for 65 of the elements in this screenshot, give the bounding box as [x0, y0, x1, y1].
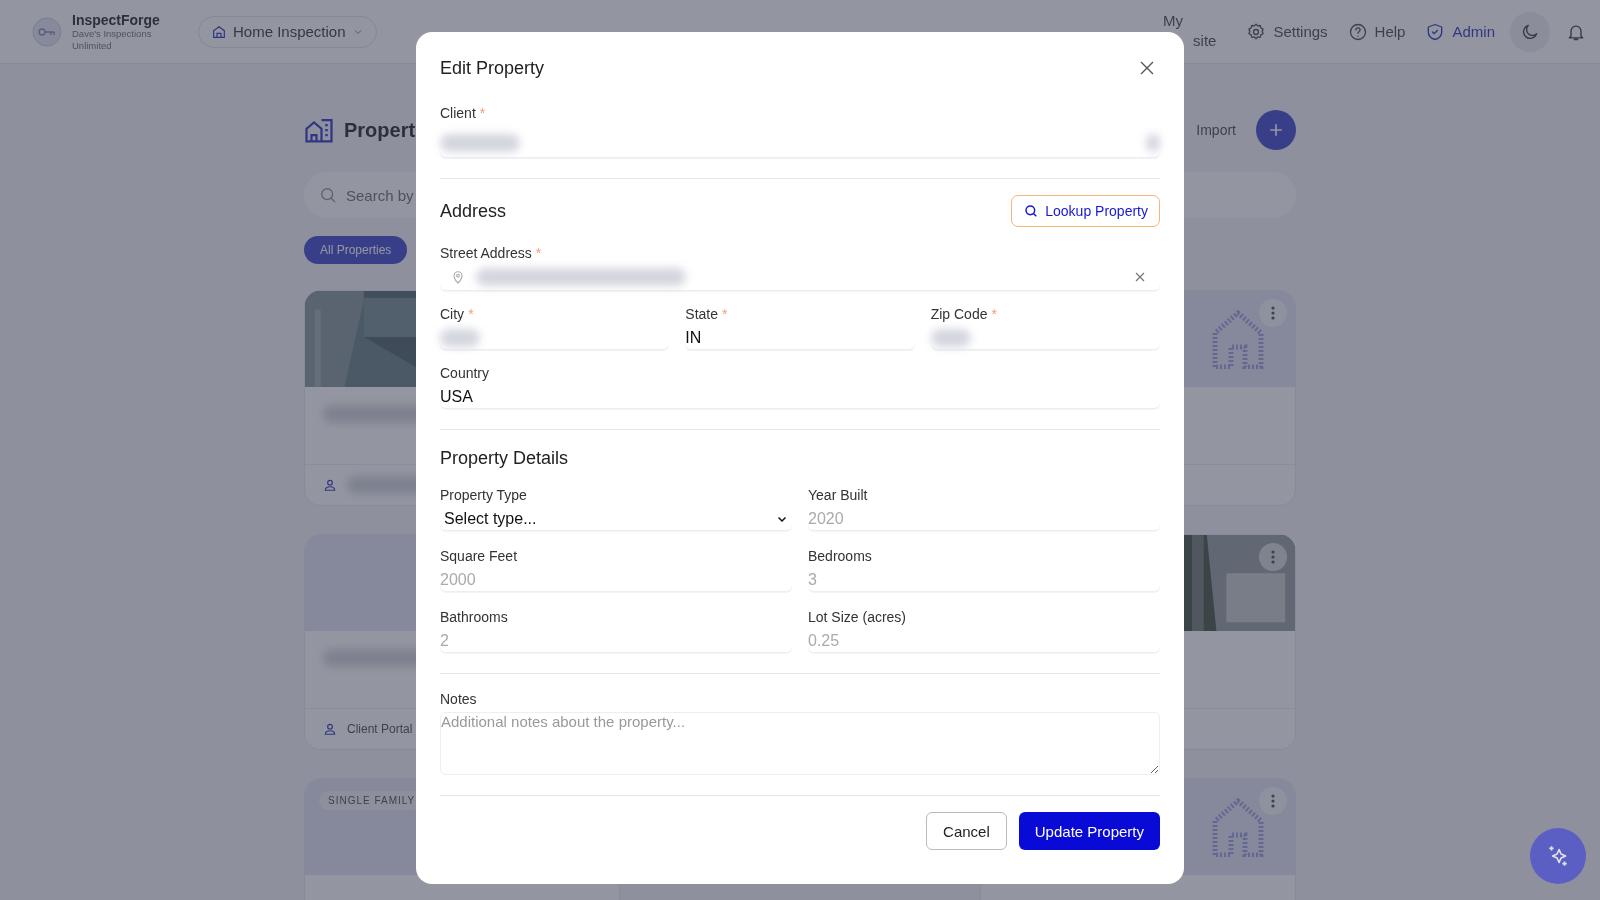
page-title: Propert	[344, 118, 416, 142]
input-field[interactable]: IN	[685, 326, 915, 350]
clear-button[interactable]	[1134, 271, 1146, 283]
client-select[interactable]	[440, 128, 1160, 158]
update-property-button[interactable]: Update Property	[1018, 812, 1160, 850]
required-mark: *	[722, 305, 728, 323]
filter-chip[interactable]: All Properties	[304, 236, 408, 264]
required-mark: *	[535, 244, 542, 262]
brand-name: InspectForge	[72, 11, 161, 28]
search-icon	[1023, 203, 1040, 219]
notes-field[interactable]: Additional notes about the property...	[440, 712, 1160, 775]
field-label: Notes	[440, 690, 477, 708]
field-label: Square Feet	[440, 547, 518, 565]
close-icon	[1134, 271, 1146, 283]
field-label: Property Type	[440, 486, 527, 504]
field-label: Lot Size (acres)	[808, 608, 907, 626]
house-icon	[1211, 309, 1265, 369]
field-label: Bedrooms	[808, 547, 872, 565]
logo-icon	[32, 16, 62, 47]
field-label: Year Built	[808, 486, 868, 504]
settings-icon	[1246, 21, 1267, 42]
required-mark: *	[468, 305, 474, 323]
field-label: City	[440, 305, 465, 323]
client-portal-label: Client Portal	[347, 722, 413, 736]
location-pin-icon	[450, 269, 466, 285]
redacted-text	[1146, 133, 1160, 152]
person-icon	[323, 722, 337, 736]
dialog-title: Edit Property	[440, 57, 545, 79]
import-button[interactable]: Import	[1196, 122, 1236, 138]
nav-item[interactable]: Help	[1338, 9, 1415, 54]
more-icon	[1271, 550, 1275, 564]
nav-item[interactable]: Settings	[1237, 9, 1337, 54]
house-icon	[1211, 797, 1265, 857]
property-type-select[interactable]: Select type...	[440, 507, 792, 531]
section-heading: Property Details	[440, 447, 570, 470]
nav-item[interactable]: My site	[1154, 9, 1226, 54]
assistant-button[interactable]	[1530, 828, 1586, 884]
lookup-property-button[interactable]: Lookup Property	[1011, 195, 1160, 227]
home-icon	[211, 23, 227, 40]
field-label: Street Address	[440, 244, 532, 262]
required-mark: *	[991, 305, 997, 323]
cancel-button[interactable]: Cancel	[926, 812, 1007, 850]
field-label: Bathrooms	[440, 608, 508, 626]
search-icon	[318, 185, 338, 205]
admin-link[interactable]: Admin	[1416, 9, 1504, 54]
required-mark: *	[479, 104, 486, 122]
brand-subtitle: Dave's Inspections Unlimited	[72, 27, 152, 52]
more-icon	[1271, 794, 1275, 808]
input-field[interactable]: 2	[440, 629, 792, 653]
input-field[interactable]: 3	[808, 568, 1160, 592]
input-field[interactable]: 2020	[808, 507, 1160, 531]
field-label: Country	[440, 364, 490, 382]
input-field[interactable]: 2000	[440, 568, 792, 592]
person-icon	[323, 478, 337, 492]
field-label: State	[685, 305, 719, 323]
help-icon	[1347, 21, 1368, 42]
theme-toggle[interactable]	[1510, 11, 1550, 52]
add-button[interactable]	[1256, 110, 1296, 150]
input-field[interactable]: 0.25	[808, 629, 1160, 653]
field-label: Client	[440, 104, 476, 122]
section-heading: Address	[440, 200, 507, 223]
field-label: Zip Code	[930, 305, 988, 323]
close-icon	[1138, 59, 1156, 77]
input-field[interactable]: USA	[440, 385, 1160, 409]
more-icon	[1271, 306, 1275, 320]
